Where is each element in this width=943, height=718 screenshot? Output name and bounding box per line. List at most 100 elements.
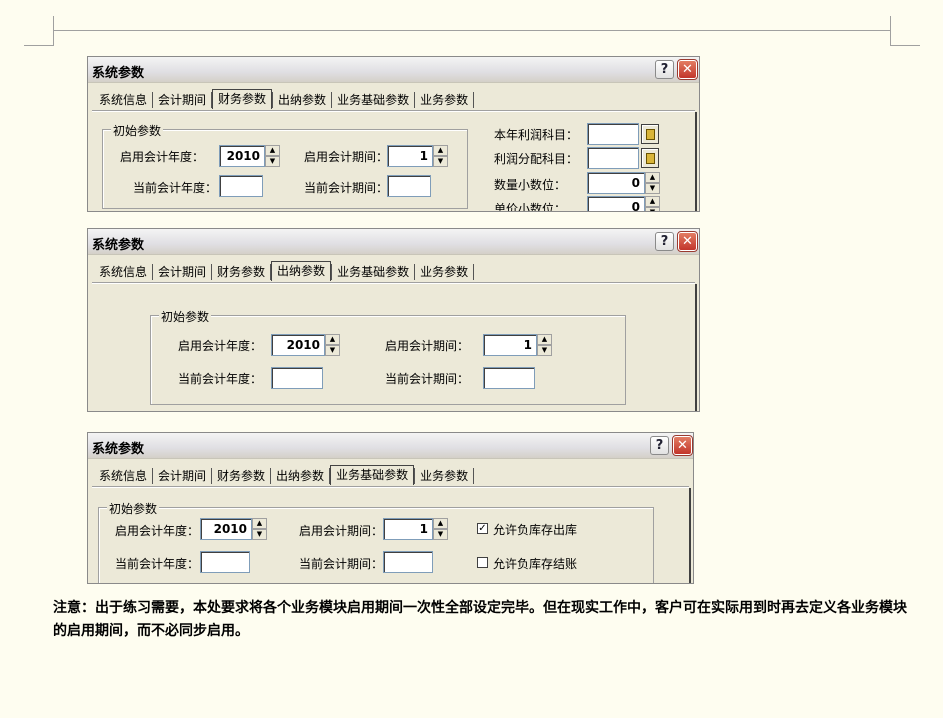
lookup-icon — [645, 152, 655, 164]
close-button[interactable]: ✕ — [672, 435, 693, 456]
help-button[interactable]: ? — [655, 60, 674, 79]
dialog-titlebar: 系统参数 ? ✕ — [88, 229, 699, 255]
spin-up-icon[interactable]: ▲ — [325, 334, 340, 345]
allow-negative-stock-close-label: 允许负库存结账 — [493, 557, 578, 571]
current-year-field[interactable] — [271, 367, 323, 389]
tab-business-base-params[interactable]: 业务基础参数 — [332, 91, 414, 109]
tab-divider — [92, 110, 695, 112]
spin-down-icon[interactable]: ▼ — [433, 529, 448, 540]
current-period-label: 当前会计期间： — [385, 372, 470, 386]
qty-decimals-label: 数量小数位： — [494, 178, 567, 192]
tab-system-info[interactable]: 系统信息 — [94, 91, 152, 109]
spin-down-icon[interactable]: ▼ — [537, 345, 552, 356]
start-year-field[interactable]: 2010 — [271, 334, 325, 356]
tab-accounting-period[interactable]: 会计期间 — [153, 467, 211, 485]
tab-accounting-period[interactable]: 会计期间 — [153, 263, 211, 281]
group-legend: 初始参数 — [107, 500, 160, 517]
start-period-label: 启用会计期间： — [385, 339, 470, 353]
current-year-label: 当前会计年度： — [178, 372, 263, 386]
start-year-spinner[interactable]: ▲ ▼ — [265, 145, 280, 167]
help-button[interactable]: ? — [655, 232, 674, 251]
start-period-spinner[interactable]: ▲ ▼ — [537, 334, 552, 356]
current-period-field[interactable] — [483, 367, 535, 389]
start-period-field[interactable]: 1 — [483, 334, 537, 356]
start-period-label: 启用会计期间： — [299, 524, 384, 538]
allow-negative-stock-close-checkbox[interactable] — [477, 557, 488, 568]
start-year-field[interactable]: 2010 — [200, 518, 252, 540]
spin-up-icon[interactable]: ▲ — [537, 334, 552, 345]
spin-up-icon[interactable]: ▲ — [433, 145, 448, 156]
spin-down-icon[interactable]: ▼ — [433, 156, 448, 167]
spin-up-icon[interactable]: ▲ — [645, 172, 660, 183]
dialog-titlebar: 系统参数 ? ✕ — [88, 57, 699, 83]
tab-cashier-params[interactable]: 出纳参数 — [271, 261, 332, 281]
current-period-label: 当前会计期间： — [304, 181, 389, 195]
panel-edge — [695, 284, 697, 411]
spin-down-icon[interactable]: ▼ — [645, 183, 660, 194]
current-year-field[interactable] — [200, 551, 250, 573]
tab-business-base-params[interactable]: 业务基础参数 — [332, 263, 414, 281]
dialog-title: 系统参数 — [92, 442, 145, 457]
spin-up-icon[interactable]: ▲ — [252, 518, 267, 529]
system-params-dialog-cashier: 系统参数 ? ✕ 系统信息 会计期间 财务参数 出纳参数 业务基础参数 业务参数… — [87, 228, 700, 412]
tab-strip: 系统信息 会计期间 财务参数 出纳参数 业务基础参数 业务参数 — [94, 465, 475, 486]
tab-cashier-params[interactable]: 出纳参数 — [271, 467, 329, 485]
tab-finance-params[interactable]: 财务参数 — [212, 467, 270, 485]
start-year-label: 启用会计年度： — [120, 150, 205, 164]
crop-mark — [24, 45, 54, 46]
system-params-dialog-business-base: 系统参数 ? ✕ 系统信息 会计期间 财务参数 出纳参数 业务基础参数 业务参数… — [87, 432, 694, 584]
tab-business-params[interactable]: 业务参数 — [415, 263, 473, 281]
start-period-field[interactable]: 1 — [383, 518, 433, 540]
dist-account-lookup-button[interactable] — [641, 148, 659, 168]
current-period-field[interactable] — [387, 175, 431, 197]
spin-down-icon[interactable]: ▼ — [265, 156, 280, 167]
profit-account-lookup-button[interactable] — [641, 124, 659, 144]
start-year-label: 启用会计年度： — [115, 524, 200, 538]
spin-up-icon[interactable]: ▲ — [645, 196, 660, 207]
current-year-label: 当前会计年度： — [133, 181, 218, 195]
dist-account-field[interactable] — [587, 147, 639, 169]
qty-decimals-spinner[interactable]: ▲ ▼ — [645, 172, 660, 194]
start-year-spinner[interactable]: ▲ ▼ — [252, 518, 267, 540]
current-period-field[interactable] — [383, 551, 433, 573]
price-decimals-spinner[interactable]: ▲ ▼ — [645, 196, 660, 211]
tab-system-info[interactable]: 系统信息 — [94, 467, 152, 485]
tab-accounting-period[interactable]: 会计期间 — [153, 91, 211, 109]
help-button[interactable]: ? — [650, 436, 669, 455]
crop-mark — [53, 30, 891, 31]
tab-divider — [92, 282, 695, 284]
start-year-field[interactable]: 2010 — [219, 145, 265, 167]
price-decimals-field[interactable]: 0 — [587, 196, 645, 211]
qty-decimals-field[interactable]: 0 — [587, 172, 645, 194]
spin-up-icon[interactable]: ▲ — [265, 145, 280, 156]
tab-business-params[interactable]: 业务参数 — [415, 467, 473, 485]
spin-down-icon[interactable]: ▼ — [325, 345, 340, 356]
crop-mark — [890, 16, 891, 46]
tab-strip: 系统信息 会计期间 财务参数 出纳参数 业务基础参数 业务参数 — [94, 89, 475, 110]
tab-business-base-params[interactable]: 业务基础参数 — [330, 465, 415, 485]
spin-down-icon[interactable]: ▼ — [645, 207, 660, 211]
current-period-label: 当前会计期间： — [299, 557, 384, 571]
tab-business-params[interactable]: 业务参数 — [415, 91, 473, 109]
spin-down-icon[interactable]: ▼ — [252, 529, 267, 540]
start-year-spinner[interactable]: ▲ ▼ — [325, 334, 340, 356]
allow-negative-stock-out-label: 允许负库存出库 — [493, 523, 578, 537]
start-period-spinner[interactable]: ▲ ▼ — [433, 145, 448, 167]
group-legend: 初始参数 — [159, 308, 212, 325]
close-button[interactable]: ✕ — [677, 231, 698, 252]
start-period-spinner[interactable]: ▲ ▼ — [433, 518, 448, 540]
tab-cashier-params[interactable]: 出纳参数 — [273, 91, 331, 109]
tab-finance-params[interactable]: 财务参数 — [212, 263, 270, 281]
current-year-field[interactable] — [219, 175, 263, 197]
tab-system-info[interactable]: 系统信息 — [94, 263, 152, 281]
system-params-dialog-finance: 系统参数 ? ✕ 系统信息 会计期间 财务参数 出纳参数 业务基础参数 业务参数… — [87, 56, 700, 212]
crop-mark — [890, 45, 920, 46]
close-button[interactable]: ✕ — [677, 59, 698, 80]
allow-negative-stock-out-checkbox[interactable]: ✓ — [477, 523, 488, 534]
profit-account-field[interactable] — [587, 123, 639, 145]
group-legend: 初始参数 — [111, 122, 164, 139]
note-paragraph: 注意：出于练习需要，本处要求将各个业务模块启用期间一次性全部设定完毕。但在现实工… — [53, 600, 907, 639]
tab-finance-params[interactable]: 财务参数 — [212, 89, 273, 109]
spin-up-icon[interactable]: ▲ — [433, 518, 448, 529]
start-period-field[interactable]: 1 — [387, 145, 433, 167]
